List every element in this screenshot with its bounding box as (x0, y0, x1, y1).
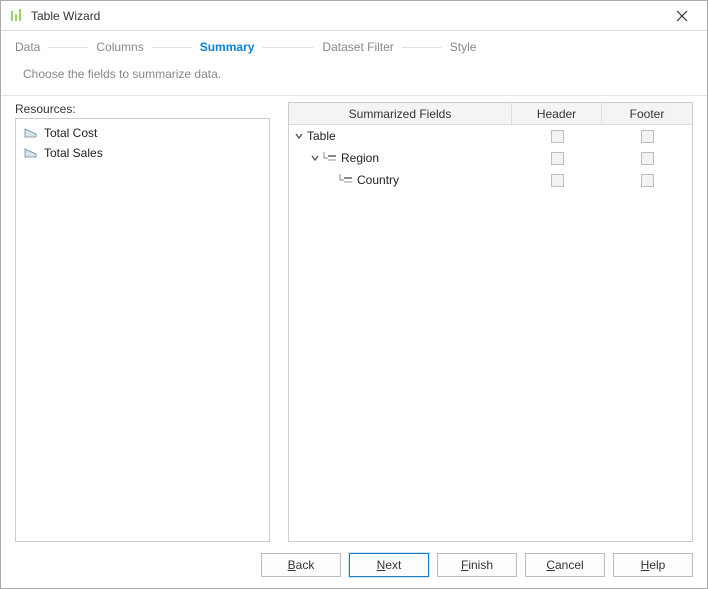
back-button[interactable]: Back (261, 553, 341, 577)
measure-icon (24, 125, 38, 142)
app-icon (9, 8, 25, 24)
row-label: Region (341, 151, 379, 165)
step-columns[interactable]: Columns (96, 40, 143, 54)
fields-body: Table (289, 125, 692, 541)
finish-button[interactable]: Finish (437, 553, 517, 577)
col-footer[interactable]: Footer (602, 103, 692, 124)
group-icon (339, 174, 353, 186)
row-label: Country (357, 173, 399, 187)
col-summarized[interactable]: Summarized Fields (289, 103, 512, 124)
footer-checkbox[interactable] (641, 174, 654, 187)
resource-label: Total Cost (44, 126, 97, 140)
wizard-subtitle: Choose the fields to summarize data. (1, 63, 707, 96)
fields-panel: Summarized Fields Header Footer Table (288, 102, 693, 542)
row-label: Table (307, 129, 336, 143)
summarized-fields-table: Summarized Fields Header Footer Table (288, 102, 693, 542)
fields-row-region[interactable]: Region (289, 147, 692, 169)
group-icon (323, 152, 337, 164)
fields-header-row: Summarized Fields Header Footer (289, 103, 692, 125)
titlebar: Table Wizard (1, 1, 707, 31)
close-icon (676, 10, 688, 22)
header-checkbox[interactable] (551, 174, 564, 187)
chevron-down-icon[interactable] (293, 130, 305, 142)
step-data[interactable]: Data (15, 40, 40, 54)
help-button[interactable]: Help (613, 553, 693, 577)
wizard-steps: Data Columns Summary Dataset Filter Styl… (1, 31, 707, 63)
step-style[interactable]: Style (450, 40, 477, 54)
resources-label: Resources: (15, 102, 270, 116)
chevron-down-icon[interactable] (309, 152, 321, 164)
resource-item[interactable]: Total Sales (18, 143, 267, 163)
window-title: Table Wizard (31, 9, 100, 23)
resource-item[interactable]: Total Cost (18, 123, 267, 143)
cancel-button[interactable]: Cancel (525, 553, 605, 577)
resources-panel: Resources: Total Cost Total Sales (15, 102, 270, 542)
fields-row-table[interactable]: Table (289, 125, 692, 147)
step-dataset-filter[interactable]: Dataset Filter (322, 40, 393, 54)
measure-icon (24, 145, 38, 162)
main-area: Resources: Total Cost Total Sales (1, 96, 707, 542)
footer-checkbox[interactable] (641, 130, 654, 143)
fields-row-country[interactable]: Country (289, 169, 692, 191)
header-checkbox[interactable] (551, 130, 564, 143)
footer-checkbox[interactable] (641, 152, 654, 165)
resource-label: Total Sales (44, 146, 103, 160)
header-checkbox[interactable] (551, 152, 564, 165)
close-button[interactable] (665, 2, 699, 30)
col-header[interactable]: Header (512, 103, 602, 124)
button-bar: Back Next Finish Cancel Help (1, 542, 707, 588)
resources-list[interactable]: Total Cost Total Sales (15, 118, 270, 542)
next-button[interactable]: Next (349, 553, 429, 577)
step-summary[interactable]: Summary (200, 40, 255, 54)
